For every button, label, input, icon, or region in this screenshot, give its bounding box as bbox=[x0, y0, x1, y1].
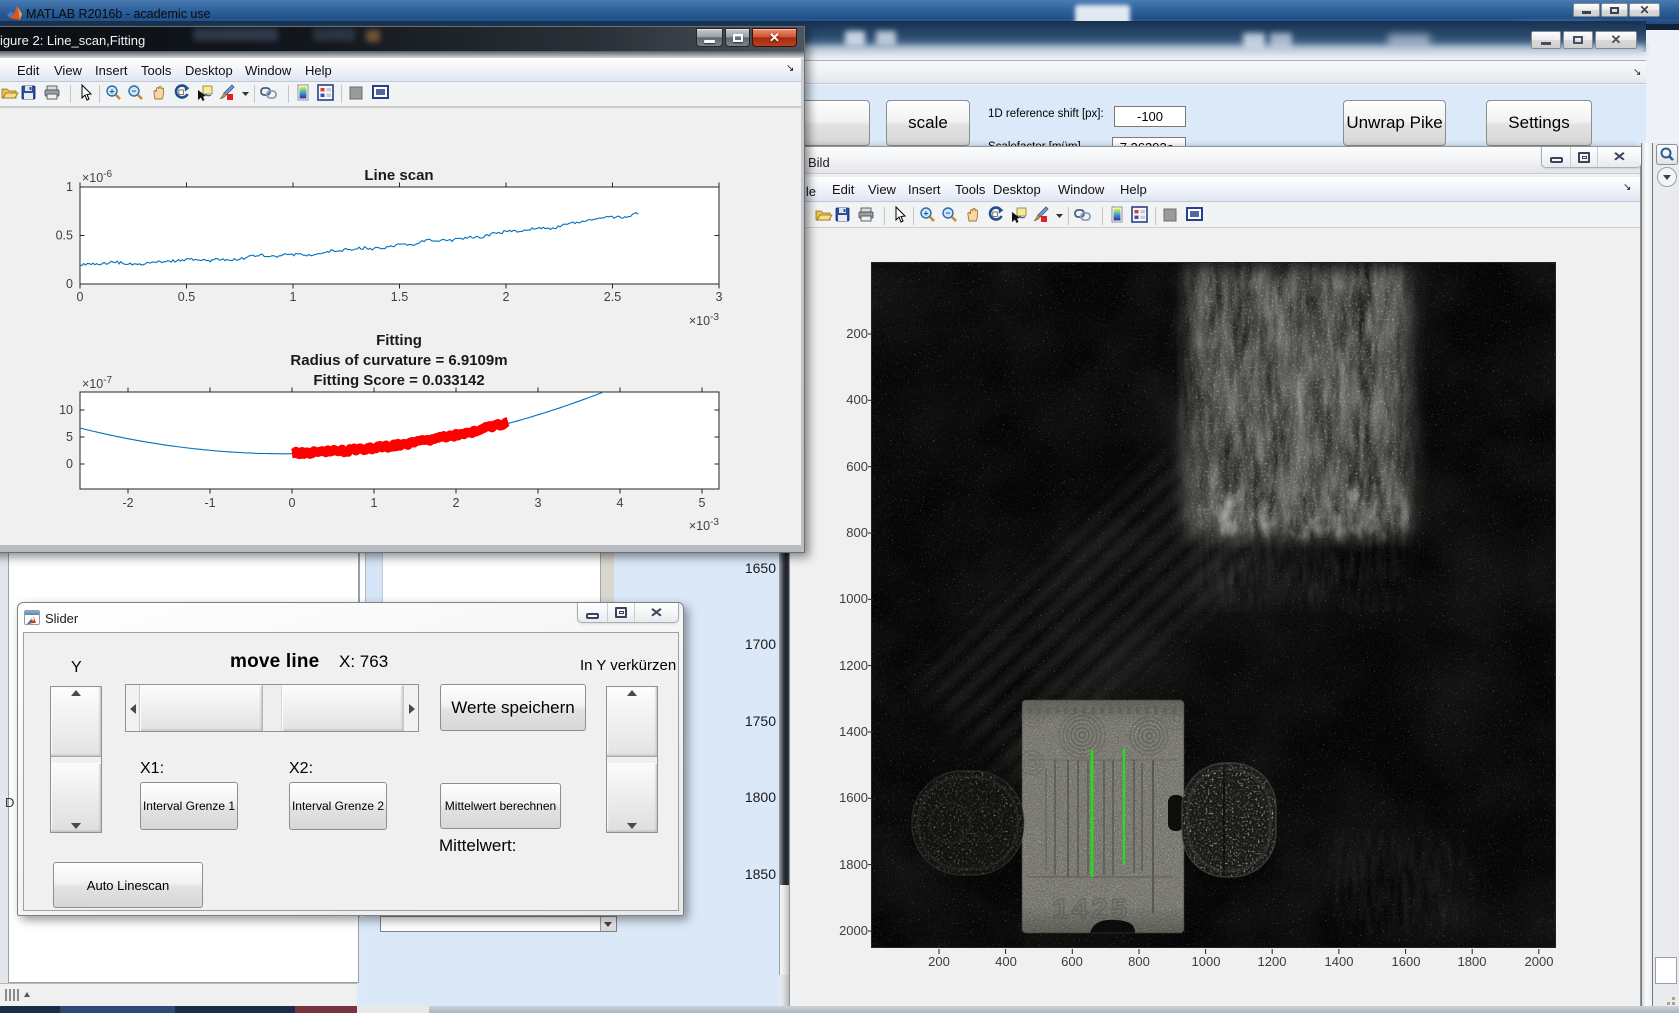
svg-text:×10-6: ×10-6 bbox=[82, 169, 113, 185]
svg-text:+: + bbox=[110, 86, 115, 96]
svg-text:×10-3: ×10-3 bbox=[689, 517, 720, 533]
svg-text:0: 0 bbox=[289, 496, 296, 510]
svg-text:0.5: 0.5 bbox=[56, 229, 73, 243]
svg-text:2: 2 bbox=[503, 290, 510, 304]
svg-text:0: 0 bbox=[66, 277, 73, 291]
svg-text:-1: -1 bbox=[204, 496, 215, 510]
svg-text:1.5: 1.5 bbox=[391, 290, 408, 304]
svg-text:×10-3: ×10-3 bbox=[689, 312, 720, 328]
svg-text:-2: -2 bbox=[122, 496, 133, 510]
svg-text:1: 1 bbox=[371, 496, 378, 510]
svg-text:−: − bbox=[132, 86, 137, 96]
svg-text:1: 1 bbox=[290, 290, 297, 304]
svg-text:0: 0 bbox=[66, 457, 73, 471]
svg-text:2: 2 bbox=[453, 496, 460, 510]
svg-text:0.5: 0.5 bbox=[178, 290, 195, 304]
svg-text:0: 0 bbox=[77, 290, 84, 304]
svg-text:Fitting: Fitting bbox=[376, 332, 422, 349]
svg-text:Fitting Score = 0.033142: Fitting Score = 0.033142 bbox=[313, 372, 484, 389]
svg-text:3: 3 bbox=[716, 290, 723, 304]
svg-text:4: 4 bbox=[617, 496, 624, 510]
svg-text:Radius of curvature = 6.9109m: Radius of curvature = 6.9109m bbox=[290, 352, 507, 369]
svg-text:5: 5 bbox=[66, 430, 73, 444]
svg-text:5: 5 bbox=[699, 496, 706, 510]
svg-text:×10-7: ×10-7 bbox=[82, 375, 113, 391]
svg-text:Line scan: Line scan bbox=[364, 167, 433, 184]
svg-text:3: 3 bbox=[535, 496, 542, 510]
svg-text:2.5: 2.5 bbox=[604, 290, 621, 304]
svg-text:10: 10 bbox=[59, 403, 73, 417]
svg-text:1: 1 bbox=[66, 180, 73, 194]
